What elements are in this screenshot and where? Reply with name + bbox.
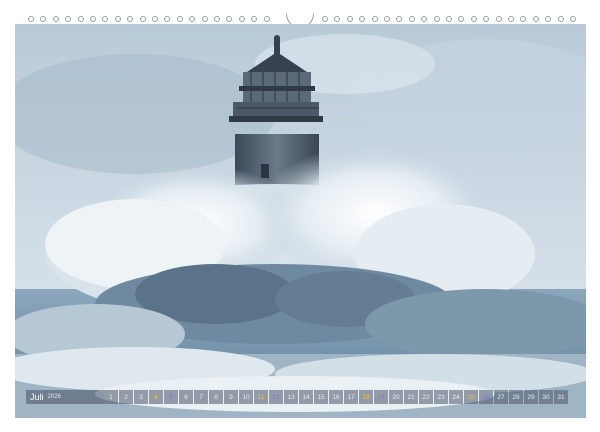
day-cell: 6 [179,390,193,404]
binding-hole [371,16,378,22]
binding-hole [408,16,415,22]
day-cell: 2 [119,390,133,404]
binding-hole [189,16,196,22]
binding-hole [421,16,428,22]
day-cell: 7 [194,390,208,404]
binding-hole [28,16,34,22]
day-cell: 24 [449,390,463,404]
day-cell: 25 [464,390,478,404]
day-cell: 23 [434,390,448,404]
binding-hole [545,16,552,22]
binding-hole [114,16,121,22]
binding-hole [520,16,527,22]
binding-hole [346,16,353,22]
binding-hole [433,16,440,22]
binding-hole [214,16,220,22]
binding-hole [164,16,171,22]
day-cell: 5 [164,390,178,404]
binding-hole [238,16,245,22]
binding-hole [102,16,109,22]
binding-hole [65,16,72,22]
day-cell: 4 [149,390,163,404]
binding-hole [52,16,59,22]
month-year: 2026 [47,394,61,400]
day-cell: 16 [329,390,343,404]
binding-hole [201,16,208,22]
binding-hole [359,16,366,22]
calendar-bar: Juli 2026 1 2 3 4 5 6 7 8 9 10 11 12 13 14 15 16 17 18 19 2… [26,390,574,404]
day-cell: 10 [239,390,253,404]
day-cell: 30 [539,390,553,404]
day-strip: 1 2 3 4 5 6 7 8 9 10 11 12 13 14 15 16 17 18 19 20 21 22 23 24 2… [104,390,568,404]
day-cell: 18 [359,390,373,404]
binding-hole [77,16,84,22]
binding-hole [263,16,270,22]
binding-hole [176,16,183,22]
binding-hole [226,16,233,22]
day-cell: 22 [419,390,433,404]
binding-hole [470,16,477,22]
binding-hole [570,16,576,22]
binding-hole [396,16,403,22]
binding-hole [90,16,96,22]
day-cell: 11 [254,390,268,404]
calendar-page: Juli 2026 1 2 3 4 5 6 7 8 9 10 11 12 13 14 15 16 17 18 19 2… [0,0,600,432]
binding-hole [251,16,258,22]
day-cell: 29 [524,390,538,404]
day-cell: 19 [374,390,388,404]
binding-hole [495,16,502,22]
day-cell: 27 [494,390,508,404]
binding-hole [334,16,341,22]
day-cell: 28 [509,390,523,404]
binding-hole [322,16,328,22]
day-cell: 8 [209,390,223,404]
photo-lighthouse [15,24,586,418]
day-cell: 9 [224,390,238,404]
day-cell: 15 [314,390,328,404]
binding-hole [152,16,158,22]
binding-hole [446,16,452,22]
month-label: Juli 2026 [26,390,104,404]
binding-hole [483,16,490,22]
binding-hole [557,16,564,22]
binding-hole [384,16,390,22]
day-cell: 12 [269,390,283,404]
day-cell: 17 [344,390,358,404]
binding-hole [40,16,47,22]
day-cell: 13 [284,390,298,404]
day-cell: 3 [134,390,148,404]
binding-hole [508,16,514,22]
day-cell: 26 [479,390,493,404]
binding-hole [532,16,539,22]
day-cell: 14 [299,390,313,404]
day-cell: 1 [104,390,118,404]
day-cell: 21 [404,390,418,404]
day-cell: 31 [554,390,568,404]
month-name: Juli [30,392,44,402]
day-cell: 20 [389,390,403,404]
binding-hole [139,16,146,22]
binding-hole [127,16,134,22]
binding-hole [458,16,465,22]
